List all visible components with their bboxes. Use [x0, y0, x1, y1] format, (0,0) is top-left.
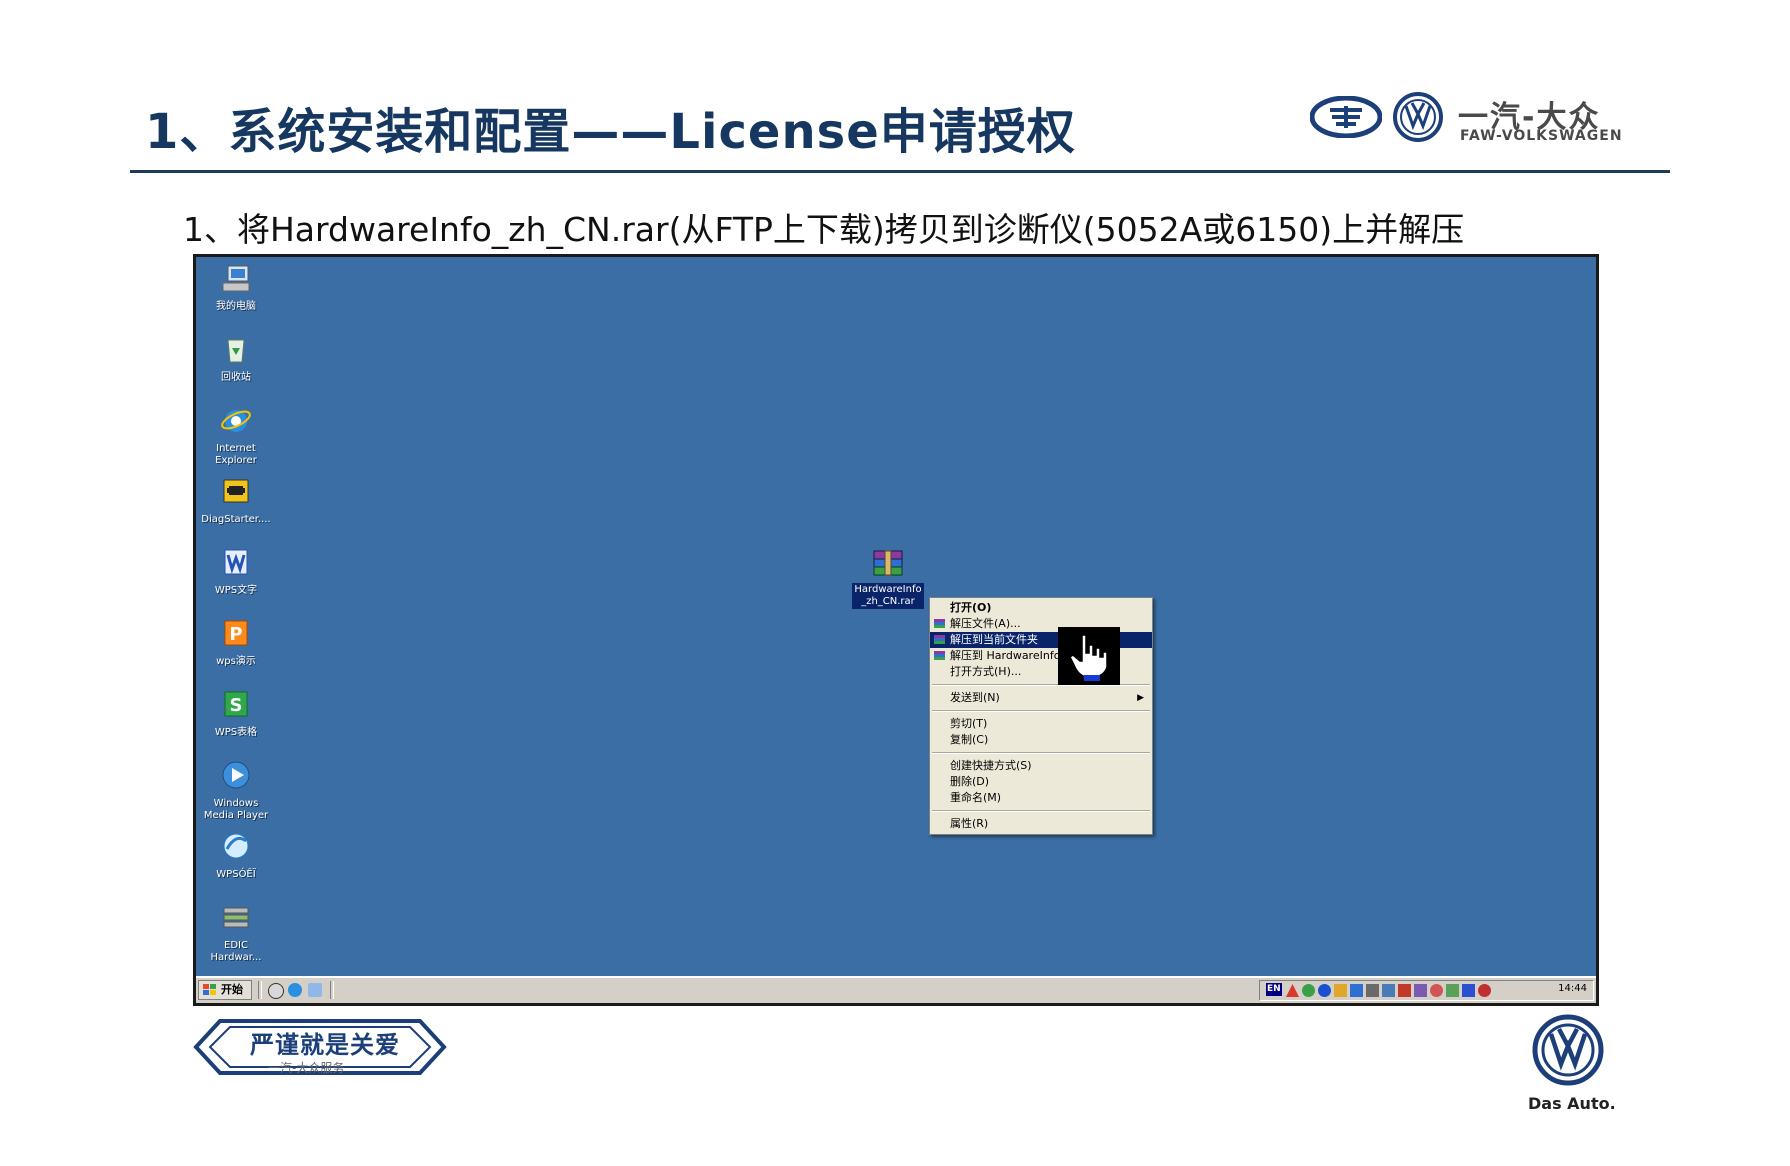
bluetooth-tray-icon[interactable]	[1318, 984, 1331, 997]
badge-text: 严谨就是关爱	[250, 1031, 400, 1059]
internet-explorer-icon	[221, 410, 251, 432]
menu-item-rename[interactable]: 重命名(M)	[930, 790, 1152, 806]
system-tray: EN 14:44	[1259, 980, 1594, 1001]
monitor-tray-icon[interactable]	[1382, 984, 1395, 997]
vw-footer-logo-icon	[1532, 1014, 1604, 1086]
keyboard-tray-icon[interactable]	[1366, 984, 1379, 997]
desktop-icon-media-player[interactable]: Windows Media Player	[196, 758, 276, 822]
wps-presentation-icon: P	[224, 620, 248, 646]
svg-text:P: P	[229, 624, 242, 645]
desktop-icon-label: WPS表格	[214, 727, 258, 738]
pen-tray-icon[interactable]	[1334, 984, 1347, 997]
my-computer-icon	[222, 265, 250, 292]
desktop-icon-label: EDIC Hardwar...	[210, 940, 262, 963]
recycle-bin-icon	[227, 339, 245, 363]
menu-item-copy[interactable]: 复制(C)	[930, 732, 1152, 748]
wps-spreadsheet-icon: S	[224, 691, 248, 717]
edic-hardware-icon	[223, 907, 249, 928]
service-badge: 严谨就是关爱 一汽-大众服务	[190, 1015, 450, 1079]
desktop-icon-label: DiagStarter....	[201, 514, 271, 525]
winrar-menu-icon	[934, 651, 945, 660]
menu-item-properties[interactable]: 属性(R)	[930, 816, 1152, 832]
menu-item-delete[interactable]: 删除(D)	[930, 774, 1152, 790]
desktop-screenshot: 我的电脑 回收站 Internet Explorer DiagStarter..…	[193, 254, 1599, 1006]
vw-logo-icon	[1393, 92, 1443, 142]
desktop-icon-my-computer[interactable]: 我的电脑	[196, 261, 276, 313]
desktop-quicklaunch-icon[interactable]	[268, 983, 284, 999]
desktop-icon-wps-presentation[interactable]: P wps演示	[196, 616, 276, 668]
media-quicklaunch-icon[interactable]	[308, 983, 322, 997]
menu-separator	[932, 710, 1150, 712]
desktop-icon-label: 我的电脑	[216, 301, 256, 312]
desktop-icon-wps-mail[interactable]: WPSÓÊÏ	[196, 829, 276, 881]
desktop-icon-diagstarter[interactable]: DiagStarter....	[196, 474, 276, 526]
desktop-icon-wps-spreadsheet[interactable]: S WPS表格	[196, 687, 276, 739]
slide-subtitle: 1、将HardwareInfo_zh_CN.rar(从FTP上下载)拷贝到诊断仪…	[183, 210, 1465, 249]
media-player-icon	[222, 761, 250, 789]
wps-mail-icon	[223, 833, 249, 859]
hand-cursor-overlay	[1058, 627, 1120, 685]
menu-separator	[932, 752, 1150, 754]
svg-text:S: S	[230, 695, 243, 716]
network-tray-icon[interactable]	[1302, 984, 1315, 997]
menu-item-create-shortcut[interactable]: 创建快捷方式(S)	[930, 758, 1152, 774]
title-divider	[130, 170, 1670, 173]
desktop-icon-internet-explorer[interactable]: Internet Explorer	[196, 403, 276, 467]
faw-logo-icon	[1310, 96, 1382, 138]
start-button[interactable]: 开始	[198, 980, 252, 1000]
shield-tray-icon[interactable]	[1478, 984, 1491, 997]
windows-flag-icon	[203, 984, 216, 995]
update-tray-icon[interactable]	[1446, 984, 1459, 997]
desktop-icon-edic-hardware[interactable]: EDIC Hardwar...	[196, 900, 276, 964]
desktop-icon-label: WPSÓÊÏ	[216, 869, 256, 880]
network-error-tray-icon[interactable]	[1414, 984, 1427, 997]
language-indicator[interactable]: EN	[1266, 983, 1282, 996]
slide-title: 1、系统安装和配置——License申请授权	[145, 104, 1076, 160]
taskbar-separator	[258, 981, 262, 999]
hand-cursor-icon	[1069, 634, 1108, 681]
das-auto-tagline: Das Auto.	[1528, 1094, 1616, 1113]
badge-subtext: 一汽-大众服务	[268, 1061, 345, 1075]
das-auto-logo: Das Auto.	[1528, 1014, 1616, 1113]
taskbar: 开始 EN 14:44	[196, 976, 1596, 1003]
brand-name-en: FAW-VOLKSWAGEN	[1460, 128, 1623, 144]
disconnected-tray-icon[interactable]	[1398, 984, 1411, 997]
wps-writer-icon	[224, 549, 248, 575]
desktop-icon-label: 回收站	[221, 372, 251, 383]
rar-file-icon[interactable]: HardwareInfo _zh_CN.rar	[848, 549, 928, 609]
ie-quicklaunch-icon[interactable]	[288, 983, 302, 997]
alert-tray-icon[interactable]	[1286, 984, 1299, 997]
desktop-icon-wps-writer[interactable]: WPS文字	[196, 545, 276, 597]
winrar-menu-icon	[934, 619, 945, 628]
rar-file-label: HardwareInfo _zh_CN.rar	[852, 583, 924, 609]
diagstarter-icon	[223, 479, 249, 503]
desktop-icon-label: Internet Explorer	[215, 443, 257, 466]
faw-vw-logo: 一汽-大众 FAW-VOLKSWAGEN	[1310, 92, 1630, 156]
menu-item-send-to[interactable]: 发送到(N) ▶	[930, 690, 1152, 706]
desktop-icon-recycle-bin[interactable]: 回收站	[196, 332, 276, 384]
menu-separator	[932, 810, 1150, 812]
winrar-archive-icon	[873, 550, 903, 576]
safely-remove-tray-icon[interactable]	[1462, 984, 1475, 997]
menu-item-open[interactable]: 打开(O)	[930, 600, 1152, 616]
desktop-icon-label: WPS文字	[214, 585, 258, 596]
display-tray-icon[interactable]	[1350, 984, 1363, 997]
clock[interactable]: 14:44	[1558, 983, 1587, 994]
taskbar-separator	[330, 981, 334, 999]
desktop-icon-label: Windows Media Player	[203, 798, 269, 821]
submenu-arrow-icon: ▶	[1137, 693, 1144, 703]
menu-item-cut[interactable]: 剪切(T)	[930, 716, 1152, 732]
desktop-icon-label: wps演示	[216, 656, 256, 667]
security-tray-icon[interactable]	[1430, 984, 1443, 997]
winrar-menu-icon	[934, 635, 945, 644]
